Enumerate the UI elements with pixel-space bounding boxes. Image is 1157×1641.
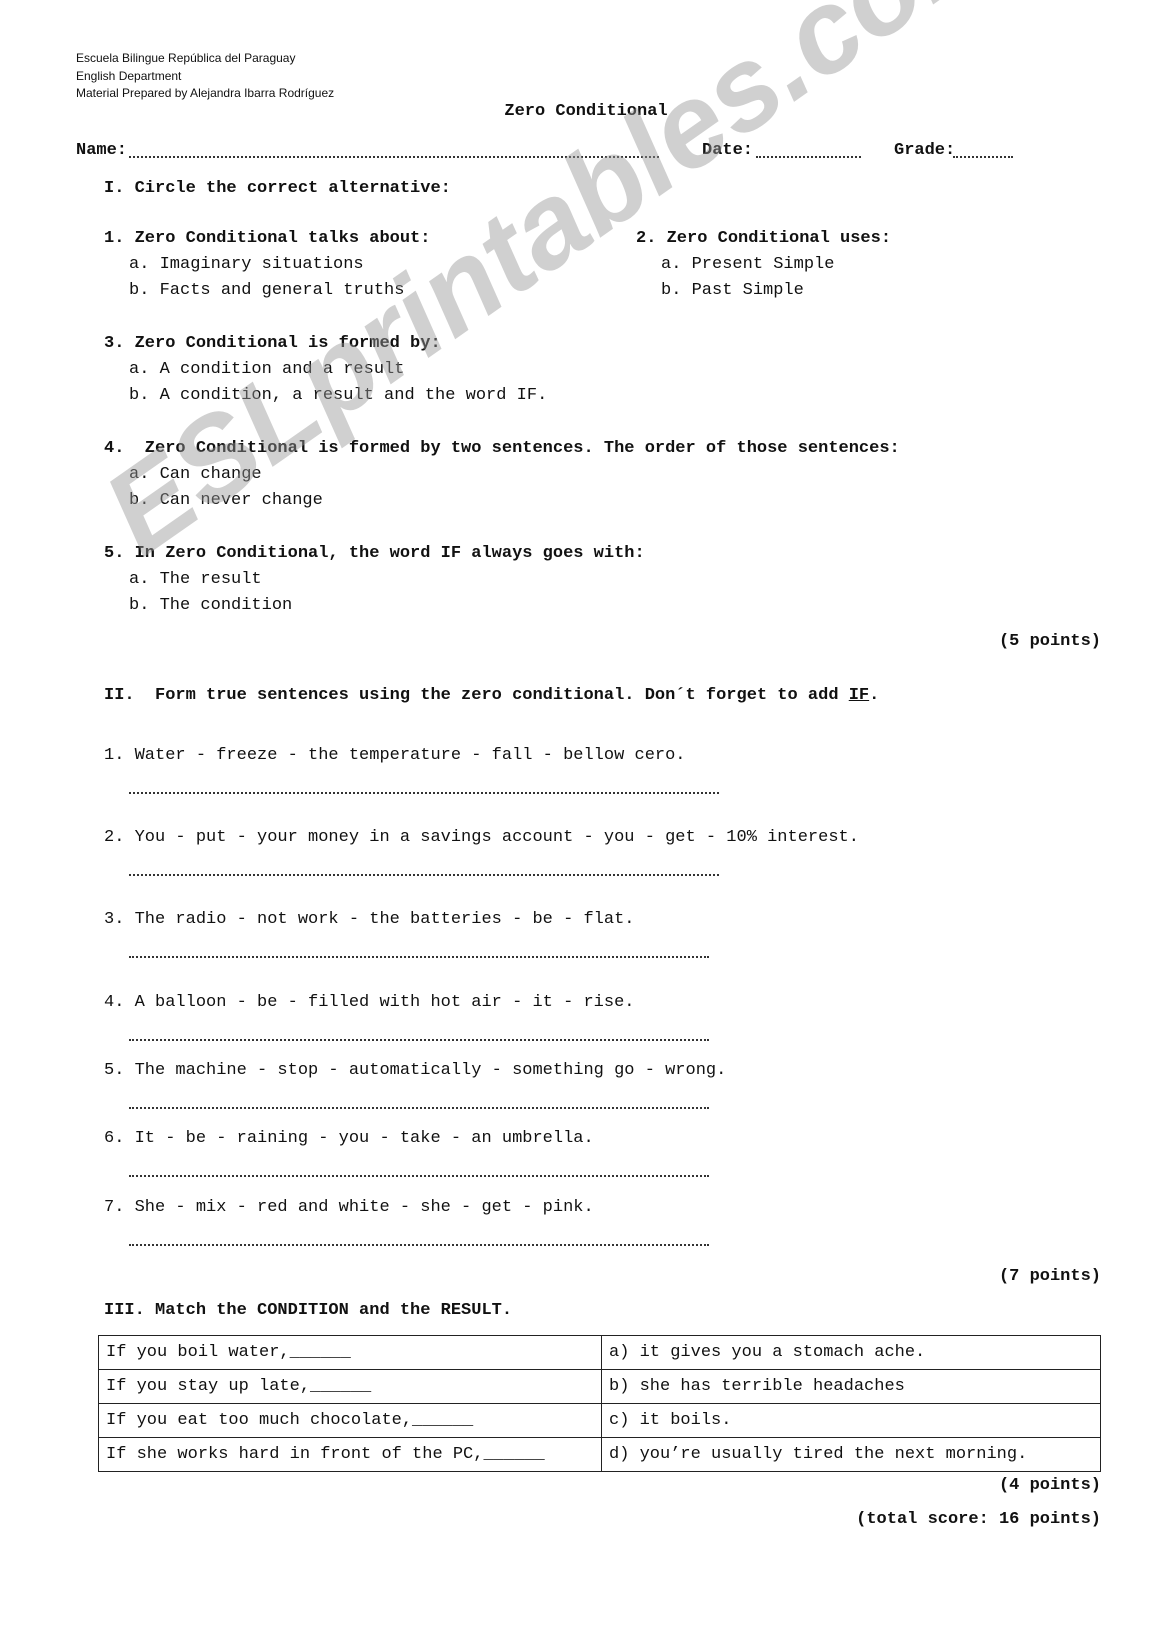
school-name: Escuela Bilingue República del Paraguay xyxy=(76,51,296,65)
grade-line[interactable] xyxy=(953,156,1013,158)
result-cell: a) it gives you a stomach ache. xyxy=(601,1335,1101,1370)
option-1a[interactable]: a. Imaginary situations xyxy=(129,255,364,275)
option-3a[interactable]: a. A condition and a result xyxy=(129,360,404,380)
heading-if: IF xyxy=(848,686,870,705)
name-line[interactable] xyxy=(129,156,659,158)
heading-end: . xyxy=(869,686,880,705)
condition-cell[interactable]: If you boil water,______ xyxy=(98,1335,602,1370)
section1-points: (5 points) xyxy=(998,632,1101,651)
condition-cell[interactable]: If you stay up late,______ xyxy=(98,1369,602,1404)
department: English Department xyxy=(76,69,182,83)
answer-line-6[interactable] xyxy=(129,1175,709,1177)
answer-line-3[interactable] xyxy=(129,956,709,958)
section1-heading: I. Circle the correct alternative: xyxy=(104,179,451,198)
option-2a[interactable]: a. Present Simple xyxy=(661,255,834,275)
section2-points: (7 points) xyxy=(998,1267,1101,1286)
table-row: If you boil water,______ a) it gives you … xyxy=(98,1335,1101,1370)
question-3: 3. Zero Conditional is formed by: xyxy=(104,334,441,353)
question-1: 1. Zero Conditional talks about: xyxy=(104,229,431,248)
date-line[interactable] xyxy=(756,156,861,158)
table-row: If she works hard in front of the PC,___… xyxy=(98,1437,1101,1472)
exercise-2: 2. You - put - your money in a savings a… xyxy=(104,828,859,847)
option-4a[interactable]: a. Can change xyxy=(129,465,262,485)
option-2b[interactable]: b. Past Simple xyxy=(661,281,804,301)
table-row: If you stay up late,______ b) she has ter… xyxy=(98,1369,1101,1404)
exercise-3: 3. The radio - not work - the batteries … xyxy=(104,910,635,929)
name-label: Name: xyxy=(76,141,128,160)
exercise-7: 7. She - mix - red and white - she - get… xyxy=(104,1198,594,1217)
question-4: 4. Zero Conditional is formed by two sen… xyxy=(104,439,900,458)
heading-text: II. Form true sentences using the zero c… xyxy=(104,686,849,705)
question-5: 5. In Zero Conditional, the word IF alwa… xyxy=(104,544,645,563)
exercise-4: 4. A balloon - be - filled with hot air … xyxy=(104,993,635,1012)
option-1b[interactable]: b. Facts and general truths xyxy=(129,281,404,301)
option-3b[interactable]: b. A condition, a result and the word IF… xyxy=(129,386,547,406)
condition-cell[interactable]: If you eat too much chocolate,______ xyxy=(98,1403,602,1438)
question-2: 2. Zero Conditional uses: xyxy=(636,229,892,248)
section2-heading: II. Form true sentences using the zero c… xyxy=(104,686,879,706)
answer-line-4[interactable] xyxy=(129,1039,709,1041)
matching-table: If you boil water,______ a) it gives you … xyxy=(98,1335,1101,1472)
author: Material Prepared by Alejandra Ibarra Ro… xyxy=(76,86,335,100)
exercise-1: 1. Water - freeze - the temperature - fa… xyxy=(104,746,686,765)
option-5b[interactable]: b. The condition xyxy=(129,596,292,616)
result-cell: c) it boils. xyxy=(601,1403,1101,1438)
result-cell: b) she has terrible headaches xyxy=(601,1369,1101,1404)
grade-label: Grade: xyxy=(894,141,956,160)
exercise-6: 6. It - be - raining - you - take - an u… xyxy=(104,1129,594,1148)
answer-line-2[interactable] xyxy=(129,874,719,876)
date-label: Date: xyxy=(702,141,754,160)
answer-line-7[interactable] xyxy=(129,1244,709,1246)
answer-line-5[interactable] xyxy=(129,1107,709,1109)
total-score: (total score: 16 points) xyxy=(856,1510,1101,1529)
option-4b[interactable]: b. Can never change xyxy=(129,491,323,511)
exercise-5: 5. The machine - stop - automatically - … xyxy=(104,1061,727,1080)
result-cell: d) you’re usually tired the next morning… xyxy=(601,1437,1101,1472)
condition-cell[interactable]: If she works hard in front of the PC,___… xyxy=(98,1437,602,1472)
option-5a[interactable]: a. The result xyxy=(129,570,262,590)
section3-heading: III. Match the CONDITION and the RESULT. xyxy=(104,1301,513,1320)
table-row: If you eat too much chocolate,______ c) i… xyxy=(98,1403,1101,1438)
page-title: Zero Conditional xyxy=(504,102,668,121)
section3-points: (4 points) xyxy=(998,1476,1101,1495)
answer-line-1[interactable] xyxy=(129,792,719,794)
